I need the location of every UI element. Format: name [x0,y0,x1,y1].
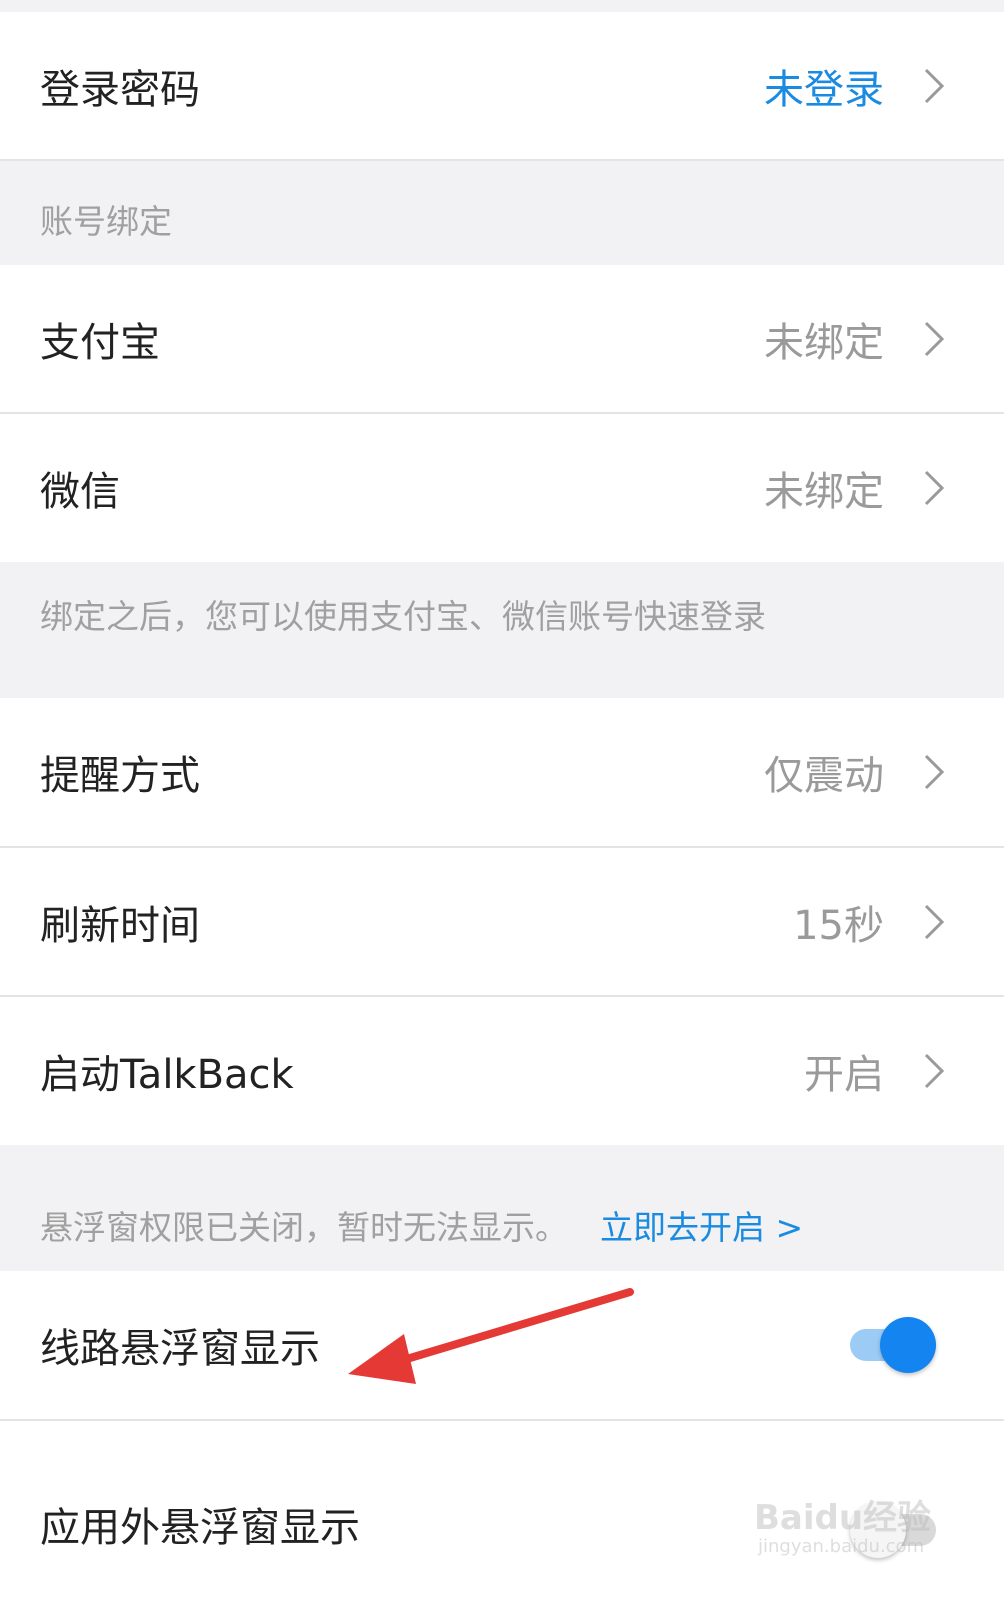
alipay-status: 未绑定 [764,319,884,366]
chevron-right-icon [924,904,945,939]
wechat-label: 微信 [40,469,120,515]
talkback-label: 启动TalkBack [40,1052,294,1098]
login-password-row[interactable]: 登录密码 未登录 [0,12,1004,159]
account-binding-section: 账号绑定 [0,161,1004,265]
enable-now-link[interactable]: 立即去开启 > [600,1208,803,1247]
watermark-logo: Baidu经验 [754,1498,932,1538]
chevron-right-icon [924,754,945,790]
chevron-right-icon [924,470,945,506]
chevron-right-icon [924,68,945,103]
binding-hint-section: 绑定之后，您可以使用支付宝、微信账号快速登录 [0,562,1004,698]
refresh-row[interactable]: 刷新时间 15秒 [0,848,1004,995]
route-float-toggle[interactable] [850,1314,936,1376]
refresh-label: 刷新时间 [40,902,200,949]
route-float-label: 线路悬浮窗显示 [40,1326,320,1372]
talkback-row[interactable]: 启动TalkBack 开启 [0,997,1004,1145]
wechat-status: 未绑定 [764,469,884,515]
binding-hint-text: 绑定之后，您可以使用支付宝、微信账号快速登录 [40,597,766,636]
app-float-label: 应用外悬浮窗显示 [40,1505,360,1551]
reminder-value: 仅震动 [764,753,884,799]
wechat-row[interactable]: 微信 未绑定 [0,414,1004,562]
alipay-row[interactable]: 支付宝 未绑定 [0,265,1004,412]
float-permission-text: 悬浮窗权限已关闭，暂时无法显示。 [40,1208,568,1247]
login-password-status: 未登录 [764,66,884,113]
talkback-value: 开启 [804,1052,884,1098]
alipay-label: 支付宝 [40,319,160,366]
watermark-url: jingyan.baidu.com [758,1536,925,1557]
toggle-knob [880,1317,936,1373]
float-permission-section: 悬浮窗权限已关闭，暂时无法显示。 立即去开启 > [0,1145,1004,1271]
reminder-row[interactable]: 提醒方式 仅震动 [0,698,1004,846]
top-gap [0,0,1004,12]
account-binding-header: 账号绑定 [40,202,172,241]
settings-screen: 登录密码 未登录 账号绑定 支付宝 未绑定 微信 未绑定 绑定之后，您可以使用支… [0,0,1004,1600]
chevron-right-icon [924,1053,945,1089]
chevron-right-icon [924,321,945,356]
login-password-label: 登录密码 [40,66,200,113]
red-arrow-annotation [348,1288,634,1384]
reminder-label: 提醒方式 [40,753,200,799]
refresh-value: 15秒 [793,902,884,949]
float-permission-notice: 悬浮窗权限已关闭，暂时无法显示。 立即去开启 > [40,1201,803,1249]
baidu-jingyan-watermark: Baidu经验 jingyan.baidu.com [754,1490,934,1570]
